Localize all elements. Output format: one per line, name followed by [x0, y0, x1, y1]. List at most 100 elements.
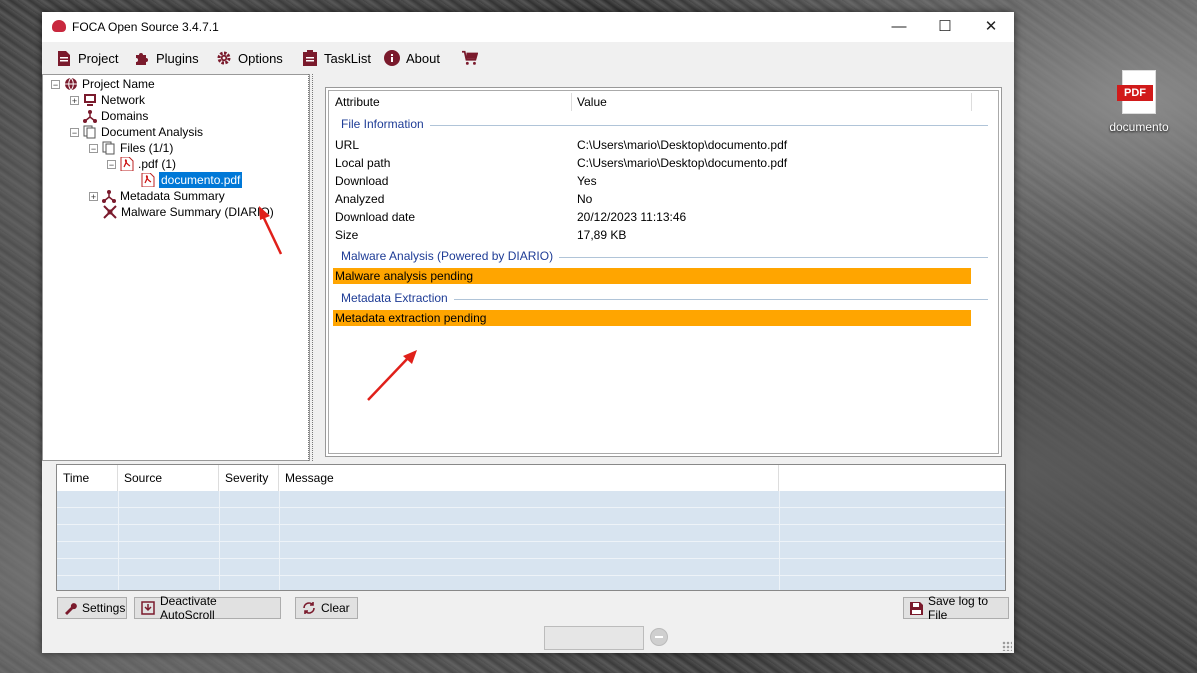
network-nodes-icon: [102, 189, 116, 203]
clear-button[interactable]: Clear: [295, 597, 358, 619]
log-column-message[interactable]: Message: [279, 465, 779, 491]
column-divider: [971, 93, 972, 111]
log-column-extra[interactable]: [779, 465, 1005, 491]
log-column-source[interactable]: Source: [118, 465, 219, 491]
tree-node-metadata-summary[interactable]: + Metadata Summary: [89, 188, 225, 204]
tree-label-network: Network: [101, 93, 146, 107]
tree-label-project: Project Name: [82, 77, 155, 91]
collapse-toggle[interactable]: −: [51, 79, 60, 89]
value-download: Yes: [577, 174, 597, 188]
status-bar: [42, 624, 1014, 653]
floppy-disk-icon: [910, 601, 923, 615]
cart-icon: [462, 50, 478, 66]
attr-analyzed: Analyzed: [335, 192, 385, 206]
expand-toggle[interactable]: +: [89, 191, 98, 201]
resize-grip-icon[interactable]: [1002, 641, 1012, 651]
panel-splitter[interactable]: [308, 74, 313, 461]
value-local-path: C:\Users\mario\Desktop\documento.pdf: [577, 156, 788, 170]
menu-about-label: About: [406, 50, 440, 66]
log-table[interactable]: Time Source Severity Message: [56, 464, 1006, 591]
clear-label: Clear: [321, 601, 350, 615]
deactivate-autoscroll-button[interactable]: Deactivate AutoScroll: [134, 594, 281, 622]
title-bar: FOCA Open Source 3.4.7.1 — ☐ ✕: [42, 12, 1014, 42]
tree-node-domains[interactable]: Domains: [83, 108, 148, 124]
wrench-icon: [64, 601, 77, 615]
collapse-toggle[interactable]: −: [70, 127, 79, 137]
save-log-label: Save log to File: [928, 594, 989, 622]
puzzle-icon: [134, 50, 150, 66]
collapse-toggle[interactable]: −: [89, 143, 98, 153]
column-divider: [571, 93, 572, 111]
log-gridline: [57, 507, 1005, 508]
clipboard-icon: [302, 50, 318, 66]
log-header: Time Source Severity Message: [57, 465, 1005, 491]
malware-status-bar: Malware analysis pending: [333, 268, 971, 284]
column-header-attribute[interactable]: Attribute: [335, 91, 380, 113]
info-icon: [384, 50, 400, 66]
attr-size: Size: [335, 228, 359, 242]
settings-label: Settings: [82, 601, 126, 615]
project-tree[interactable]: − Project Name + Network Domains − Docum…: [42, 74, 310, 461]
desktop-pdf-file[interactable]: PDF documento: [1103, 70, 1175, 134]
group-title-malware: Malware Analysis (Powered by DIARIO): [341, 249, 560, 263]
menu-about[interactable]: About: [384, 48, 440, 68]
details-list[interactable]: Attribute Value File Information URL C:\…: [328, 90, 999, 454]
log-gridline: [118, 491, 119, 590]
download-tray-icon: [141, 601, 155, 615]
window-title: FOCA Open Source 3.4.7.1: [72, 20, 219, 34]
metadata-status-bar: Metadata extraction pending: [333, 310, 971, 326]
annotation-arrow-icon: [259, 206, 283, 255]
attr-download: Download: [335, 174, 389, 188]
tree-node-files[interactable]: − Files (1/1): [89, 140, 173, 156]
monitor-icon: [83, 93, 97, 107]
value-download-date: 20/12/2023 11:13:46: [577, 210, 687, 224]
tree-label-metadata-summary: Metadata Summary: [120, 189, 225, 203]
log-gridline: [219, 491, 220, 590]
group-title-file-info: File Information: [341, 117, 430, 131]
log-column-severity[interactable]: Severity: [219, 465, 279, 491]
desktop-icon-label: documento: [1109, 120, 1169, 134]
tree-label-pdf-group: .pdf (1): [138, 157, 177, 171]
collapse-toggle[interactable]: −: [107, 159, 116, 169]
log-column-time[interactable]: Time: [57, 465, 118, 491]
expand-toggle[interactable]: +: [70, 95, 79, 105]
menu-plugins[interactable]: Plugins: [134, 48, 199, 68]
log-gridline: [57, 524, 1005, 525]
tree-node-pdf-group[interactable]: − .pdf (1): [107, 156, 176, 172]
menu-options[interactable]: Options: [216, 48, 283, 68]
tree-node-malware-summary[interactable]: Malware Summary (DIARIO): [103, 204, 274, 220]
annotation-arrow-icon: [367, 350, 417, 401]
tree-label-files: Files (1/1): [120, 141, 174, 155]
tree-node-network[interactable]: + Network: [70, 92, 145, 108]
progress-bar: [544, 626, 644, 650]
pdf-icon: [141, 172, 155, 188]
minimize-button[interactable]: —: [876, 12, 922, 42]
pdf-badge: PDF: [1117, 85, 1153, 101]
menu-project[interactable]: Project: [56, 48, 118, 68]
menu-cart[interactable]: [462, 48, 484, 68]
foca-window: FOCA Open Source 3.4.7.1 — ☐ ✕ Project P…: [42, 12, 1014, 653]
attr-download-date: Download date: [335, 210, 416, 224]
documents-icon: [83, 125, 97, 139]
refresh-icon: [302, 601, 316, 615]
menu-plugins-label: Plugins: [156, 50, 199, 66]
tree-node-documento-pdf[interactable]: documento.pdf: [141, 172, 243, 188]
pdf-file-icon: PDF: [1117, 70, 1156, 114]
tree-label-selected-file: documento.pdf: [159, 172, 243, 188]
gear-icon: [216, 50, 232, 66]
maximize-button[interactable]: ☐: [922, 12, 968, 42]
close-button[interactable]: ✕: [968, 12, 1014, 42]
tree-node-project[interactable]: − Project Name: [51, 76, 155, 92]
menu-options-label: Options: [238, 50, 283, 66]
column-header-value[interactable]: Value: [577, 91, 607, 113]
tree-node-document-analysis[interactable]: − Document Analysis: [70, 124, 203, 140]
save-log-button[interactable]: Save log to File: [903, 594, 1009, 622]
settings-button[interactable]: Settings: [57, 597, 127, 619]
group-divider: [341, 125, 988, 126]
details-panel: Attribute Value File Information URL C:\…: [325, 87, 1002, 457]
stop-icon[interactable]: [650, 628, 668, 646]
value-size: 17,89 KB: [577, 228, 627, 242]
value-url: C:\Users\mario\Desktop\documento.pdf: [577, 138, 788, 152]
attr-local-path: Local path: [335, 156, 391, 170]
menu-tasklist[interactable]: TaskList: [302, 48, 371, 68]
